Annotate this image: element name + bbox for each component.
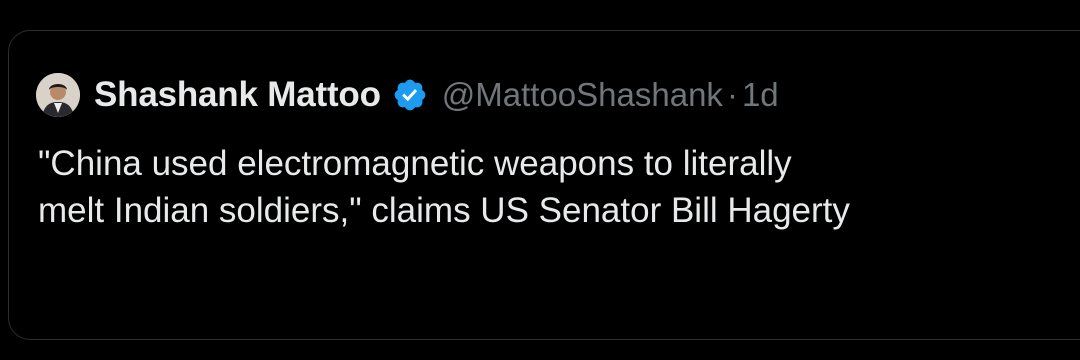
tweet-timestamp[interactable]: 1d: [742, 76, 779, 114]
author-handle[interactable]: @MattooShashank: [442, 76, 723, 114]
screenshot-frame: Shashank Mattoo @MattooShashank · 1d "Ch…: [0, 0, 1080, 360]
tweet-text-line: melt Indian soldiers," claims US Senator…: [38, 191, 850, 230]
header-separator: ·: [726, 76, 738, 113]
tweet-text: "China used electromagnetic weapons to l…: [38, 140, 1038, 234]
author-avatar[interactable]: [36, 73, 80, 117]
author-display-name[interactable]: Shashank Mattoo: [94, 75, 381, 115]
verified-badge-icon: [392, 77, 428, 113]
tweet-header: Shashank Mattoo @MattooShashank · 1d: [36, 72, 779, 118]
tweet-text-line: "China used electromagnetic weapons to l…: [38, 144, 792, 183]
avatar-photo-icon: [36, 73, 80, 117]
